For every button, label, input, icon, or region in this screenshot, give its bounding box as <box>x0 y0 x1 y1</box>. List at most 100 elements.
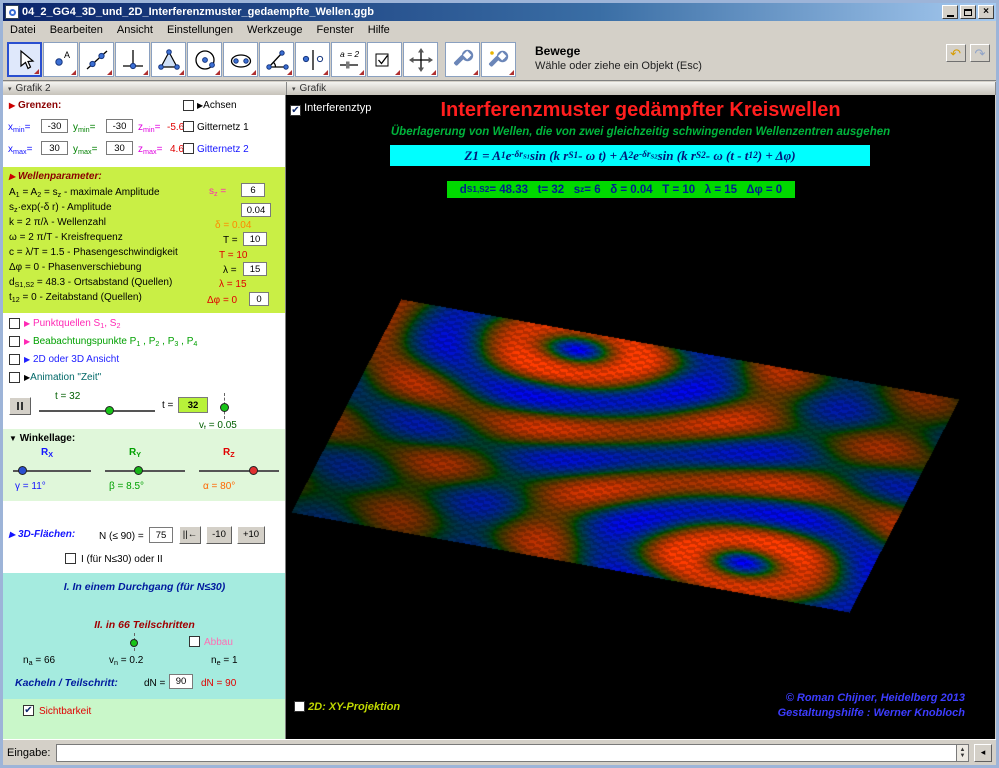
t-slider-handle[interactable] <box>105 406 114 415</box>
t-slider-track[interactable] <box>39 410 155 412</box>
tool-move-view-button[interactable] <box>403 42 438 77</box>
plot-title: Interferenzmuster gedämpfter Kreiswellen <box>440 99 841 121</box>
dn-input[interactable] <box>169 674 193 689</box>
input-label: Eingabe: <box>7 746 51 759</box>
left-view-header[interactable]: ▾ Grafik 2 <box>3 82 287 95</box>
n-plus10-button[interactable]: +10 <box>237 526 265 544</box>
xmin-label: xmin= <box>8 122 31 134</box>
menu-fenster[interactable]: Fenster <box>309 22 360 38</box>
pause-bar-icon <box>17 402 19 410</box>
phi-input[interactable] <box>249 292 269 306</box>
rz-label: RZ <box>223 447 235 459</box>
time-animation-section: t = 32 t = vt = 0.05 <box>3 391 285 432</box>
sichtbarkeit-label: Sichtbarkeit <box>39 706 92 717</box>
n-input[interactable] <box>149 527 173 543</box>
gitternetz1-checkbox[interactable] <box>183 121 194 132</box>
wellen-line2: sz·exp(-δ r) - Amplitude <box>9 202 112 214</box>
T-label: T = <box>223 235 238 246</box>
ry-slider-handle[interactable] <box>134 466 143 475</box>
section-arrow-icon[interactable]: ▶ <box>9 172 15 181</box>
section-arrow-icon[interactable]: ▶ <box>9 530 15 539</box>
section-arrow-icon[interactable]: ▶ <box>9 101 15 110</box>
formula-box[interactable]: Z1 = A1 e -δrS1 sin (k r S1 - ω t) + A2 e-… <box>389 144 871 167</box>
xmin-input[interactable] <box>41 119 68 133</box>
wellen-line1: A1 = A2 = sz - maximale Amplitude <box>9 187 160 199</box>
tool-point-button[interactable]: A <box>43 42 78 77</box>
ansicht-2d3d-checkbox[interactable] <box>9 354 20 365</box>
vn-slider-handle[interactable] <box>130 639 138 647</box>
graphics-view[interactable]: ✔ Interferenztyp Interferenzmuster gedäm… <box>286 95 995 745</box>
right-view-header[interactable]: ▾ Grafik <box>287 82 996 95</box>
beobachtungspunkte-label: Beabachtungspunkte P1 , P2 , P3 , P4 <box>32 336 198 348</box>
menu-einstellungen[interactable]: Einstellungen <box>160 22 240 38</box>
tool-circle-button[interactable] <box>187 42 222 77</box>
T-input[interactable] <box>243 232 267 246</box>
arrow-icon: ▶ <box>24 355 31 364</box>
gitternetz2-checkbox[interactable] <box>183 143 194 154</box>
ymax-input[interactable] <box>106 141 133 155</box>
undo-button[interactable]: ↶ <box>945 44 966 62</box>
rz-slider-handle[interactable] <box>249 466 258 475</box>
mode-checkbox[interactable] <box>65 553 76 564</box>
redo-button[interactable]: ↷ <box>970 44 990 62</box>
close-button[interactable]: × <box>978 5 994 19</box>
gamma-label: γ = 11° <box>15 481 46 492</box>
section-arrow-icon[interactable]: ▼ <box>9 434 17 443</box>
abbau-checkbox[interactable] <box>189 636 200 647</box>
control-panel: ▶ Grenzen: ▶ Achsen xmin= ymin= zmin= -5.… <box>3 95 286 745</box>
lambda-input[interactable] <box>243 262 267 276</box>
n-reset-button[interactable]: ||← <box>179 526 201 544</box>
rz-slider-track[interactable] <box>199 470 279 472</box>
delta-input[interactable] <box>241 203 271 217</box>
parameter-values-box[interactable]: d S1,S2 = 48.33 t= 32 s z = 6 δ = 0.04 T = 1… <box>446 180 796 199</box>
input-help-button[interactable]: ◂ <box>974 743 992 762</box>
tool-polygon-button[interactable] <box>151 42 186 77</box>
sz-input[interactable] <box>241 183 265 197</box>
panel-menu-icon[interactable]: ▾ <box>292 85 296 93</box>
gitternetz1-label: Gitternetz 1 <box>197 122 249 133</box>
t-input[interactable] <box>178 397 208 413</box>
gitternetz2-label: Gitternetz 2 <box>197 144 249 155</box>
tool-custom2-button[interactable] <box>481 42 516 77</box>
tool-angle-button[interactable] <box>259 42 294 77</box>
credit-line1: © Roman Chijner, Heidelberg 2013 <box>785 692 965 704</box>
command-input[interactable] <box>56 743 957 762</box>
achsen-checkbox[interactable] <box>183 100 194 111</box>
input-history-spinner[interactable]: ▲ ▼ <box>957 743 969 762</box>
punktquellen-checkbox[interactable] <box>9 318 20 329</box>
tool-conic-button[interactable] <box>223 42 258 77</box>
vt-slider-handle[interactable] <box>220 403 229 412</box>
menu-ansicht[interactable]: Ansicht <box>110 22 160 38</box>
rx-slider-handle[interactable] <box>18 466 27 475</box>
animation-zeit-checkbox[interactable] <box>9 372 20 383</box>
menu-datei[interactable]: Datei <box>3 22 43 38</box>
tool-checkbox-button[interactable] <box>367 42 402 77</box>
tool-slider-button[interactable]: a = 2 <box>331 42 366 77</box>
tool-custom1-button[interactable] <box>445 42 480 77</box>
tool-mirror-button[interactable] <box>295 42 330 77</box>
sz-label: sz = <box>209 186 227 198</box>
projektion-checkbox[interactable] <box>294 701 305 712</box>
maximize-button[interactable] <box>960 5 976 19</box>
xmax-input[interactable] <box>41 141 68 155</box>
tool-perpendicular-button[interactable] <box>115 42 150 77</box>
menu-hilfe[interactable]: Hilfe <box>361 22 397 38</box>
sichtbarkeit-checkbox[interactable]: ✔ <box>23 705 34 716</box>
ymin-input[interactable] <box>106 119 133 133</box>
ry-slider-track[interactable] <box>105 470 185 472</box>
tool-line-button[interactable] <box>79 42 114 77</box>
minimize-button[interactable] <box>942 5 958 19</box>
tool-move-button[interactable] <box>7 42 42 77</box>
animation-zeit-label: Animation "Zeit" <box>30 372 102 383</box>
animation-play-button[interactable] <box>9 397 31 415</box>
wrench-icon <box>453 49 473 66</box>
zmin-label: zmin= <box>138 122 161 134</box>
beobachtungspunkte-checkbox[interactable] <box>9 336 20 347</box>
n-minus10-button[interactable]: -10 <box>206 526 232 544</box>
mirror-at-line-icon <box>302 49 323 70</box>
menu-bearbeiten[interactable]: Bearbeiten <box>43 22 110 38</box>
vn-label: vn = 0.2 <box>109 655 144 667</box>
menu-werkzeuge[interactable]: Werkzeuge <box>240 22 309 38</box>
panel-menu-icon[interactable]: ▾ <box>8 85 12 93</box>
winkellage-title: Winkellage: <box>19 433 76 444</box>
